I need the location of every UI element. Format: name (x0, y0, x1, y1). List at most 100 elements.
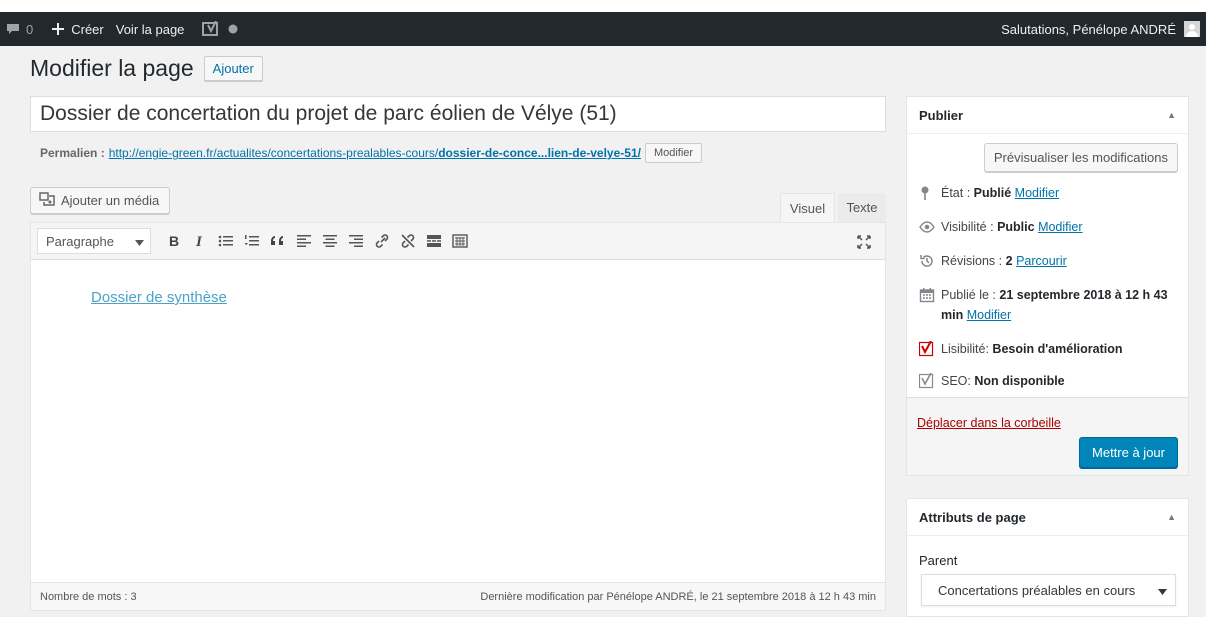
italic-icon: I (193, 234, 207, 248)
permalink-base: http://engie-green.fr/actualites/concert… (108, 146, 439, 160)
add-new-button[interactable]: Ajouter (203, 56, 263, 81)
yoast-seo-icon (919, 371, 941, 391)
page-title: Modifier la page (30, 55, 194, 81)
publish-box-header[interactable]: Publier ▲ (907, 97, 1188, 134)
toolbar-toggle-icon (452, 234, 468, 248)
permalink-edit-button[interactable]: Modifier (644, 143, 703, 163)
view-page-link[interactable]: Voir la page (110, 12, 191, 46)
editor-content[interactable]: Dossier de synthèse (91, 289, 227, 306)
bold-button[interactable]: B (161, 228, 187, 254)
view-page-label: Voir la page (115, 21, 185, 37)
visibility-edit-link[interactable]: Modifier (1038, 220, 1082, 234)
permalink-row: Permalien : http://engie-green.fr/actual… (40, 143, 703, 163)
revisions-browse-link[interactable]: Parcourir (1016, 254, 1067, 268)
preview-changes-button[interactable]: Prévisualiser les modifications (983, 143, 1178, 172)
revisions-row: Révisions : 2 Parcourir (919, 251, 1181, 271)
format-select[interactable]: Paragraphe (37, 228, 151, 254)
readability-value: Besoin d'amélioration (992, 342, 1123, 356)
svg-text:B: B (169, 234, 179, 248)
visibility-row: Visibilité : Public Modifier (919, 217, 1181, 237)
align-right-icon (348, 234, 364, 248)
link-button[interactable] (369, 228, 395, 254)
add-media-label: Ajouter un média (61, 193, 160, 208)
page-attributes-title: Attributs de page (919, 509, 1026, 525)
blockquote-button[interactable] (265, 228, 291, 254)
bullet-list-button[interactable] (213, 228, 239, 254)
comment-icon (6, 22, 20, 36)
published-date-row: Publié le : 21 septembre 2018 à 12 h 43 … (919, 285, 1181, 325)
history-icon (919, 251, 941, 271)
editor-status-bar: Nombre de mots : 3 Dernière modification… (31, 582, 885, 610)
yoast-icon (202, 21, 222, 37)
fullscreen-button[interactable] (851, 229, 877, 255)
tab-text[interactable]: Texte (838, 193, 886, 222)
seo-value: Non disponible (974, 374, 1065, 388)
editor-toolbar: Paragraphe B I (31, 223, 885, 260)
visibility-value: Public (997, 220, 1035, 234)
unlink-icon (400, 233, 416, 249)
status-dot-icon (228, 24, 238, 34)
chevron-down-icon (135, 234, 144, 249)
published-edit-link[interactable]: Modifier (967, 308, 1011, 322)
plus-icon (51, 22, 65, 36)
content-editor: Paragraphe B I Dossier de synthèse Nombr… (30, 222, 886, 611)
eye-icon (919, 217, 941, 237)
align-right-button[interactable] (343, 228, 369, 254)
seo-label: SEO: (941, 374, 971, 388)
update-button[interactable]: Mettre à jour (1079, 437, 1178, 468)
account-menu[interactable]: Salutations, Pénélope ANDRÉ (995, 12, 1206, 46)
format-select-value: Paragraphe (46, 233, 114, 249)
comments-link[interactable]: 0 (0, 12, 39, 46)
add-media-button[interactable]: Ajouter un média (30, 187, 171, 214)
media-icon (39, 192, 61, 209)
svg-text:I: I (195, 234, 203, 248)
yoast-readability-icon (919, 339, 941, 359)
align-center-button[interactable] (317, 228, 343, 254)
numbered-list-button[interactable] (239, 228, 265, 254)
publish-box-title: Publier (919, 107, 964, 123)
align-left-button[interactable] (291, 228, 317, 254)
tab-visual[interactable]: Visuel (780, 193, 835, 222)
revisions-value: 2 (1005, 254, 1013, 268)
permalink-label: Permalien : (40, 146, 105, 160)
italic-button[interactable]: I (187, 228, 213, 254)
word-count: Nombre de mots : 3 (40, 590, 137, 603)
read-more-icon (426, 234, 442, 248)
permalink-url[interactable]: http://engie-green.fr/actualites/concert… (109, 146, 641, 160)
admin-bar: 0 Créer Voir la page Salutations, Pénélo… (0, 12, 1206, 46)
pin-icon (919, 183, 941, 203)
create-label: Créer (71, 21, 104, 37)
publish-box: Publier ▲ Prévisualiser les modification… (906, 96, 1189, 476)
page-heading: Modifier la page Ajouter (30, 55, 263, 82)
status-label: État : (941, 186, 971, 200)
parent-label: Parent (919, 553, 958, 568)
move-to-trash-link[interactable]: Déplacer dans la corbeille (917, 416, 1061, 430)
collapse-arrow-icon[interactable]: ▲ (1167, 512, 1176, 522)
yoast-menu[interactable] (196, 12, 244, 46)
status-value: Publié (973, 186, 1012, 200)
chevron-down-icon (1158, 583, 1167, 598)
read-more-button[interactable] (421, 228, 447, 254)
align-left-icon (296, 234, 312, 248)
readability-label: Lisibilité: (941, 342, 989, 356)
published-label: Publié le : (941, 288, 996, 302)
avatar-icon (1184, 21, 1200, 37)
toolbar-toggle-button[interactable] (447, 228, 473, 254)
parent-select-value: Concertations préalables en cours (938, 582, 1136, 598)
top-strip (0, 0, 1206, 12)
fullscreen-icon (856, 234, 872, 250)
status-edit-link[interactable]: Modifier (1015, 186, 1059, 200)
parent-select[interactable]: Concertations préalables en cours (921, 574, 1176, 606)
synthesis-document-link[interactable]: Dossier de synthèse (91, 289, 227, 306)
post-title-input[interactable]: Dossier de concertation du projet de par… (30, 96, 886, 132)
publish-actions: Déplacer dans la corbeille Mettre à jour (907, 397, 1188, 475)
greeting: Salutations, Pénélope ANDRÉ (1001, 21, 1176, 37)
unlink-button[interactable] (395, 228, 421, 254)
link-icon (374, 233, 390, 249)
collapse-arrow-icon[interactable]: ▲ (1167, 110, 1176, 120)
visibility-label: Visibilité : (941, 220, 994, 234)
align-center-icon (322, 234, 338, 248)
create-link[interactable]: Créer (45, 12, 110, 46)
readability-row: Lisibilité: Besoin d'amélioration (919, 339, 1181, 359)
page-attributes-header[interactable]: Attributs de page ▲ (907, 499, 1188, 536)
